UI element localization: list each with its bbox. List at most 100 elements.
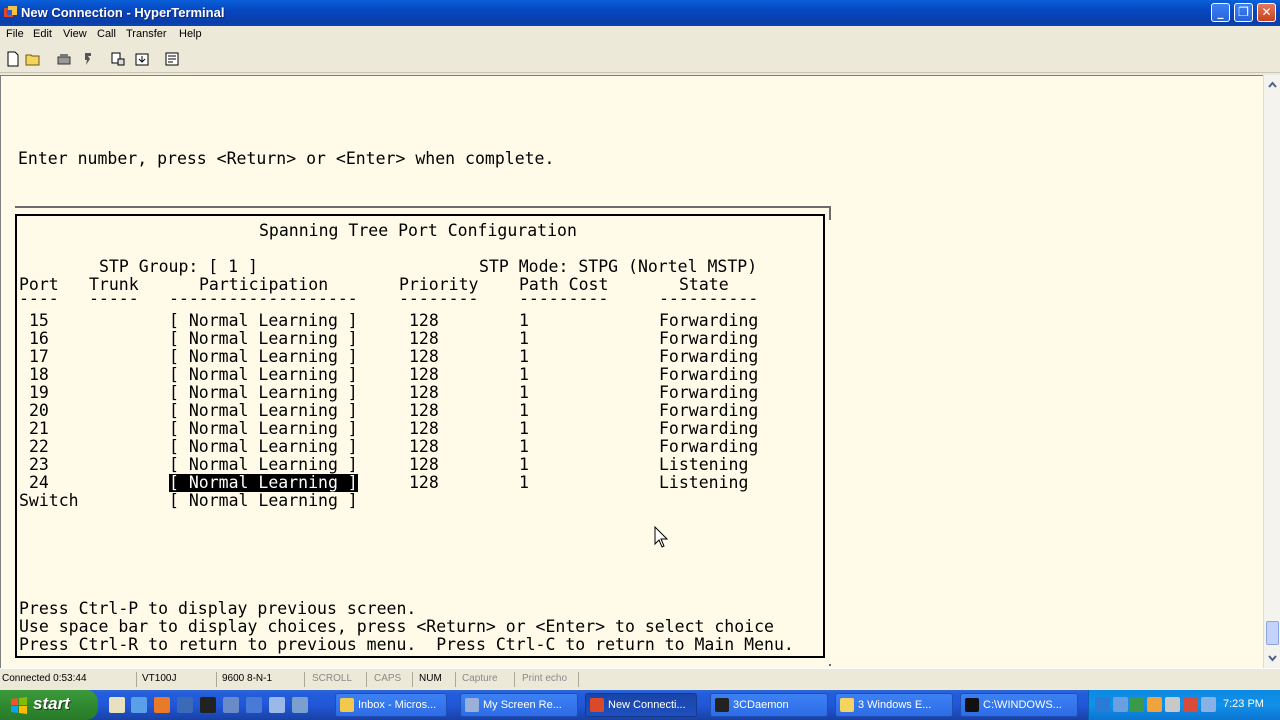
row-21-priority: 128 [409,419,439,438]
tray-expand-icon[interactable] [1095,697,1110,712]
row-20-port: 20 [29,401,49,420]
row-18-participation[interactable]: [ Normal Learning ] [169,366,358,384]
scroll-up-icon[interactable] [1266,79,1279,92]
row-24-priority: 128 [409,473,439,492]
row-24-port: 24 [29,473,49,492]
row-17-participation[interactable]: [ Normal Learning ] [169,348,358,366]
properties-icon[interactable] [164,51,180,67]
menu-bar: File Edit View Call Transfer Help [0,26,1280,45]
quicklaunch-icon-6[interactable] [223,697,239,713]
menu-help[interactable]: Help [179,28,202,40]
task-3cdaemon[interactable]: 3CDaemon [710,693,828,717]
terminal-prompt: Enter number, press <Return> or <Enter> … [18,149,555,168]
row-23-path-cost: 1 [519,455,529,474]
task-inbox[interactable]: Inbox - Micros... [335,693,447,717]
maximize-button[interactable]: ❐ [1234,3,1253,22]
help-line-1: Press Ctrl-P to display previous screen. [19,599,417,618]
row-21-participation[interactable]: [ Normal Learning ] [169,420,358,438]
panel-title: Spanning Tree Port Configuration [259,221,577,240]
call-icon[interactable] [56,51,72,67]
row-24-path-cost: 1 [519,473,529,492]
open-icon[interactable] [25,51,41,67]
row-21-port: 21 [29,419,49,438]
new-icon[interactable] [5,51,21,67]
print-echo-indicator: Print echo [522,673,568,684]
tray-icon-5[interactable] [1183,697,1198,712]
start-label: start [33,694,70,713]
minimize-button[interactable]: _ [1211,3,1230,22]
row-16-participation[interactable]: [ Normal Learning ] [169,330,358,348]
switch-participation[interactable]: [ Normal Learning ] [169,492,358,510]
connection-time: Connected 0:53:44 [2,673,87,684]
task-windows-explorer[interactable]: 3 Windows E... [835,693,953,717]
row-22-port: 22 [29,437,49,456]
start-button[interactable]: start [0,690,98,720]
firefox-icon[interactable] [154,697,170,713]
row-16-priority: 128 [409,329,439,348]
row-23-state: Listening [659,455,749,474]
row-17-priority: 128 [409,347,439,366]
hyperterminal-app-icon[interactable] [3,5,18,20]
tray-icon-network[interactable] [1113,697,1128,712]
tray-icon-4[interactable] [1165,697,1180,712]
tray-icon-3[interactable] [1147,697,1162,712]
row-20-participation[interactable]: [ Normal Learning ] [169,402,358,420]
row-24-participation[interactable]: [ Normal Learning ] [169,474,358,492]
task-new-connection[interactable]: New Connecti... [585,693,697,717]
row-23-participation[interactable]: [ Normal Learning ] [169,456,358,474]
caps-indicator: CAPS [374,673,402,684]
scroll-thumb[interactable] [1266,621,1279,645]
quicklaunch-icon-1[interactable] [109,697,125,713]
menu-edit[interactable]: Edit [33,28,52,40]
row-16-state: Forwarding [659,329,759,348]
menu-transfer[interactable]: Transfer [126,28,167,40]
scroll-indicator: SCROLL [312,673,353,684]
row-17-state: Forwarding [659,347,759,366]
row-16-port: 16 [29,329,49,348]
row-19-path-cost: 1 [519,383,529,402]
row-22-participation[interactable]: [ Normal Learning ] [169,438,358,456]
menu-view[interactable]: View [63,28,87,40]
row-18-port: 18 [29,365,49,384]
row-21-state: Forwarding [659,419,759,438]
row-24-state: Listening [659,473,749,492]
cmd-quicklaunch-icon[interactable] [200,697,216,713]
stp-group[interactable]: STP Group: [ 1 ] [99,258,258,276]
toolbar [0,45,1280,73]
terminal-screen[interactable]: Enter number, press <Return> or <Enter> … [0,75,1263,668]
disconnect-icon[interactable] [80,51,96,67]
cmd-icon [965,698,979,712]
3cdaemon-icon [715,698,729,712]
tray-icon-2[interactable] [1129,697,1144,712]
status-bar: Connected 0:53:44 VT100J 9600 8-N-1 SCRO… [0,668,1280,690]
close-button[interactable]: ✕ [1257,3,1276,22]
vertical-scrollbar[interactable] [1263,75,1280,668]
send-icon[interactable] [110,51,126,67]
folder-icon [840,698,854,712]
scroll-down-icon[interactable] [1266,651,1279,664]
underline-priority: -------- [399,289,479,308]
task-cmd[interactable]: C:\WINDOWS... [960,693,1078,717]
menu-call[interactable]: Call [97,28,116,40]
task-screen-recorder[interactable]: My Screen Re... [460,693,578,717]
mouse-pointer-icon [654,526,668,548]
quicklaunch-icon-2[interactable] [131,697,147,713]
quicklaunch-icon-8[interactable] [269,697,285,713]
row-15-state: Forwarding [659,311,759,330]
clock[interactable]: 7:23 PM [1223,698,1264,710]
hyperterminal-icon [590,698,604,712]
row-19-participation[interactable]: [ Normal Learning ] [169,384,358,402]
menu-file[interactable]: File [6,28,24,40]
quicklaunch-icon-7[interactable] [246,697,262,713]
quicklaunch-icon-4[interactable] [177,697,193,713]
underline-trunk: ----- [89,289,139,308]
row-18-path-cost: 1 [519,365,529,384]
row-15-participation[interactable]: [ Normal Learning ] [169,312,358,330]
outlook-icon [340,698,354,712]
quicklaunch-icon-9[interactable] [292,697,308,713]
row-20-state: Forwarding [659,401,759,420]
receive-icon[interactable] [134,51,150,67]
row-22-path-cost: 1 [519,437,529,456]
tray-icon-6[interactable] [1201,697,1216,712]
row-18-priority: 128 [409,365,439,384]
